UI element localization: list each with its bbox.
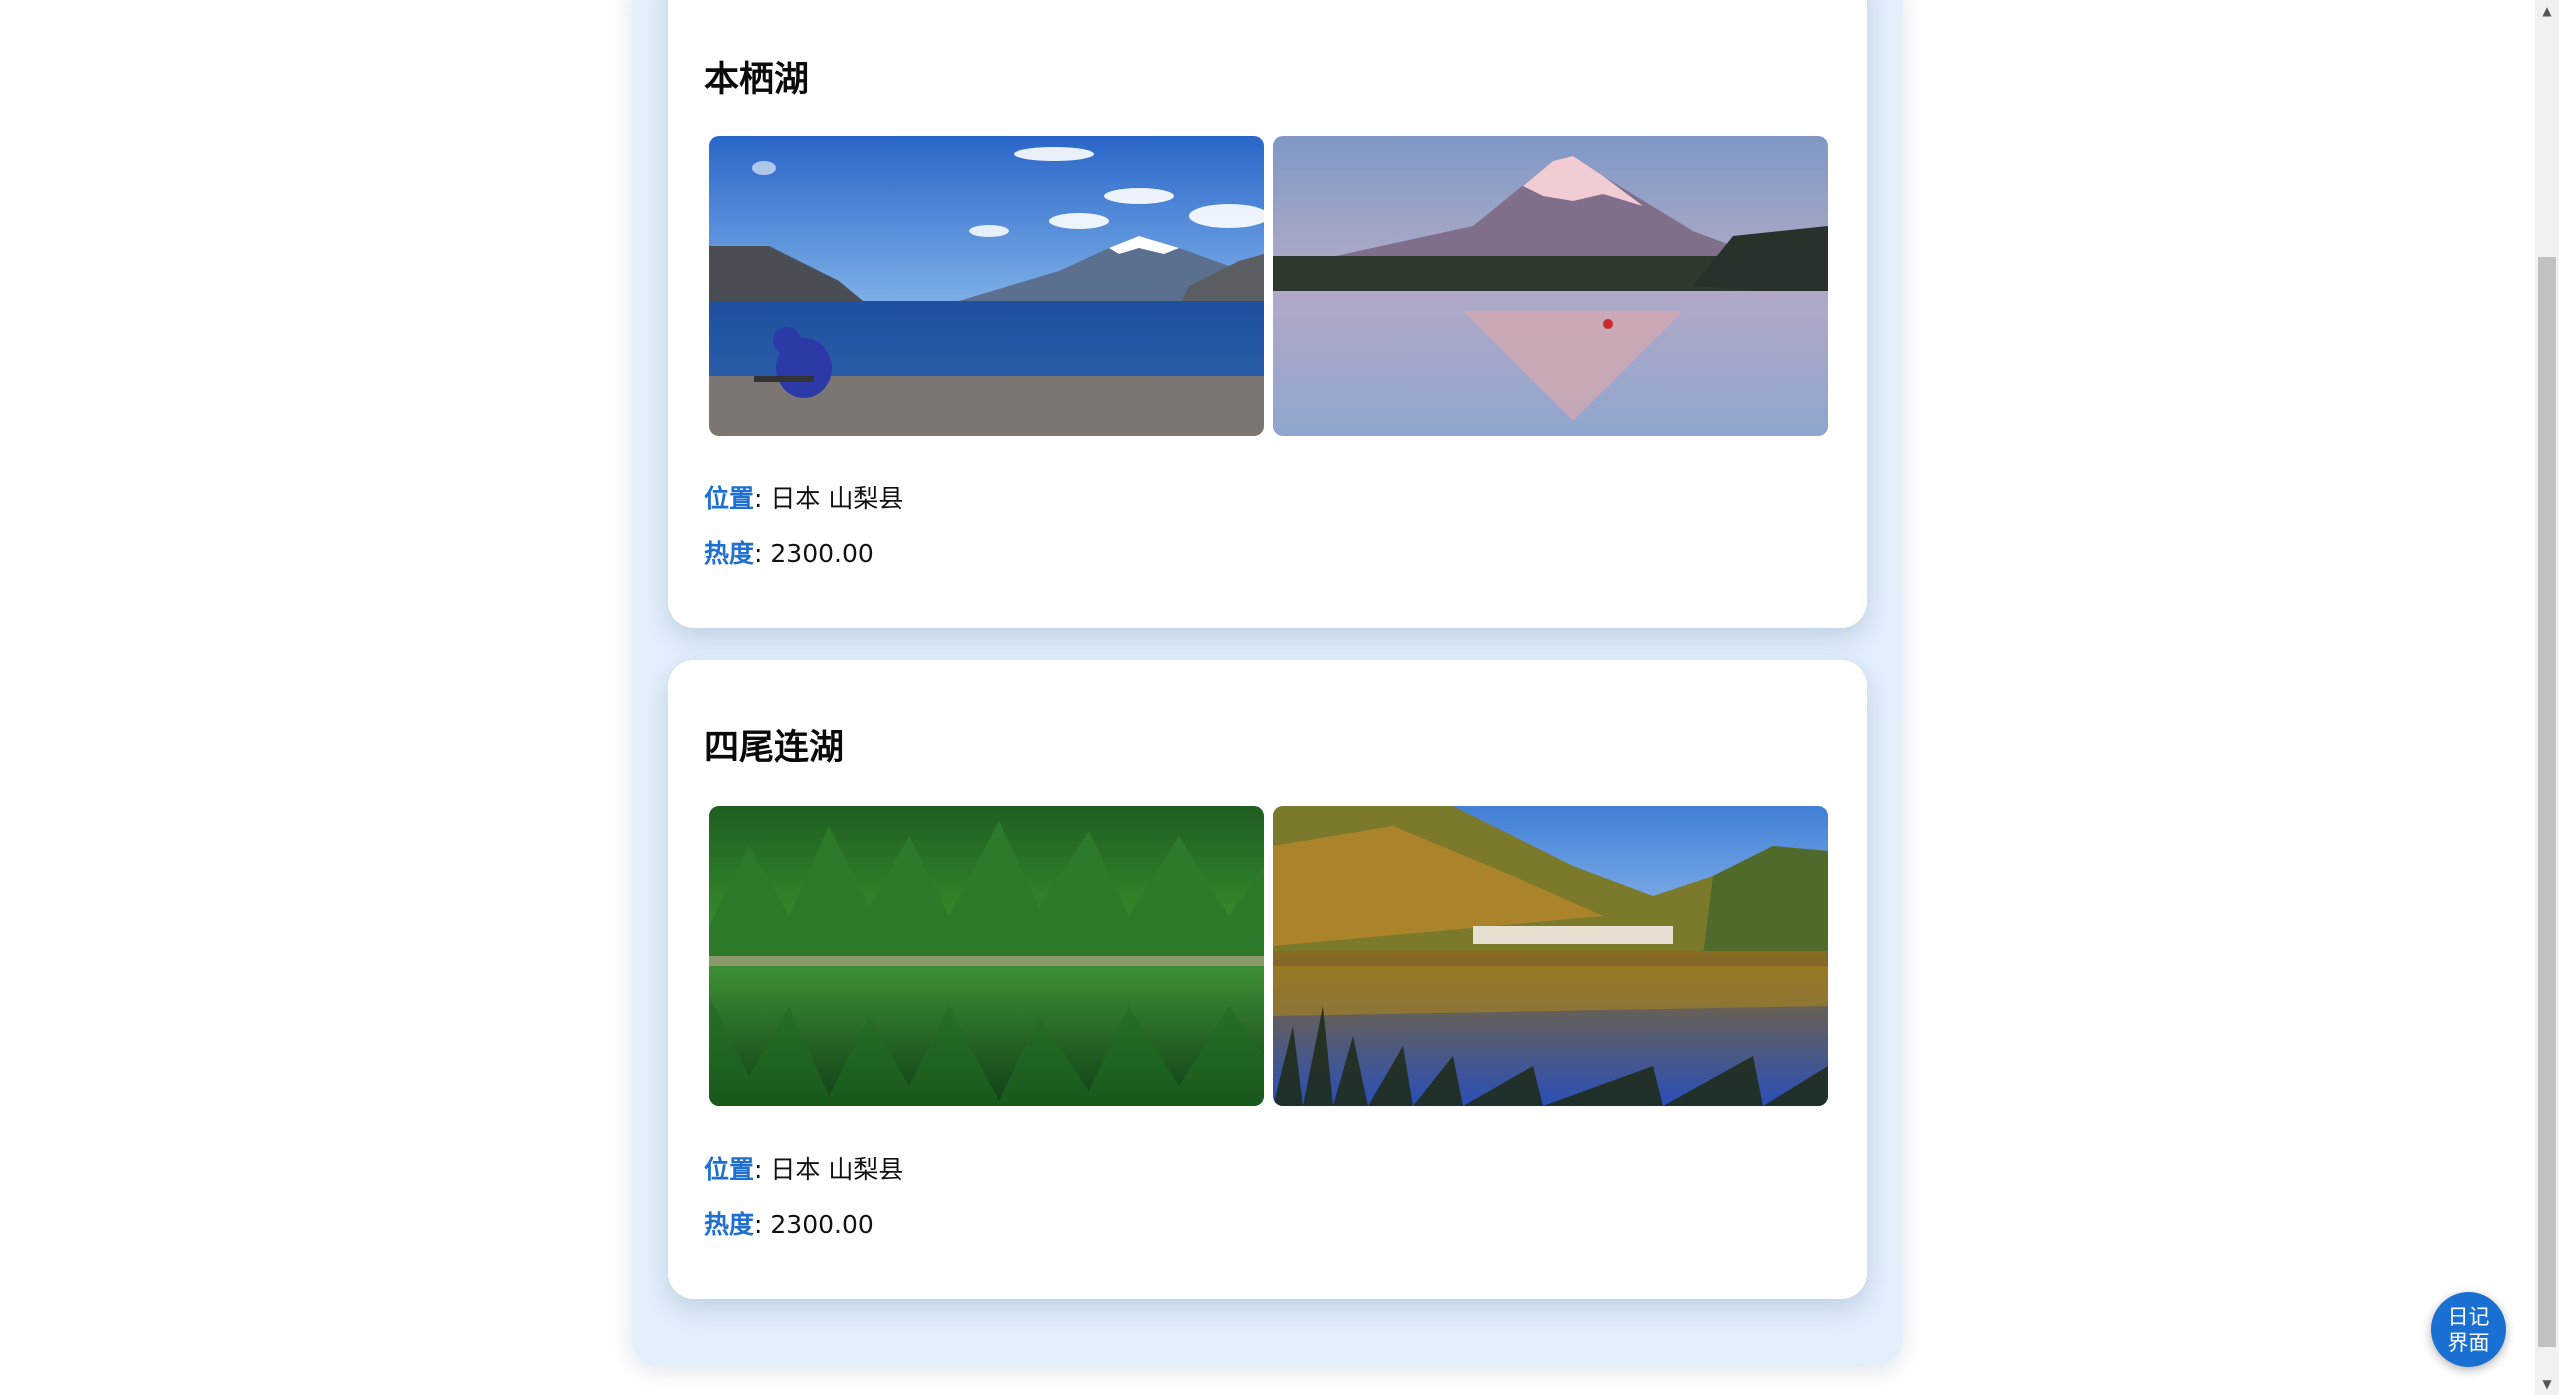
diary-button-label-line1: 日记 xyxy=(2447,1304,2490,1329)
heat-value: 2300.00 xyxy=(770,1210,874,1239)
spot-photo[interactable] xyxy=(1273,136,1828,436)
diary-button[interactable]: 日记 界面 xyxy=(2431,1292,2506,1367)
spot-card: 本栖湖 位置: 日本 山梨县 热度: 2300.00 xyxy=(668,0,1867,628)
spot-title: 四尾连湖 xyxy=(704,728,845,768)
heat-label: 热度 xyxy=(704,539,755,568)
heat-row: 热度: 2300.00 xyxy=(704,1210,874,1239)
diary-button-label-line2: 界面 xyxy=(2447,1330,2490,1355)
location-row: 位置: 日本 山梨县 xyxy=(704,1155,904,1184)
vertical-scrollbar[interactable]: ▲ ▼ xyxy=(2535,0,2559,1395)
heat-value: 2300.00 xyxy=(770,539,874,568)
heat-row: 热度: 2300.00 xyxy=(704,539,874,568)
scroll-up-icon[interactable]: ▲ xyxy=(2535,0,2559,22)
scrollbar-thumb[interactable] xyxy=(2538,257,2556,1347)
heat-label: 热度 xyxy=(704,1210,755,1239)
location-label: 位置 xyxy=(704,484,755,513)
location-row: 位置: 日本 山梨县 xyxy=(704,484,904,513)
scroll-down-icon[interactable]: ▼ xyxy=(2535,1373,2559,1395)
spot-photo[interactable] xyxy=(709,806,1264,1106)
spot-title: 本栖湖 xyxy=(704,60,810,100)
spot-card: 四尾连湖 位置: 日本 山梨县 热度: 2300.00 xyxy=(668,660,1867,1299)
spot-photo[interactable] xyxy=(1273,806,1828,1106)
page-viewport: 本栖湖 位置: 日本 山梨县 热度: 2300.00 四尾连湖 位置: 日本 山… xyxy=(0,0,2535,1395)
location-value: 日本 山梨县 xyxy=(770,1155,904,1184)
location-label: 位置 xyxy=(704,1155,755,1184)
location-value: 日本 山梨县 xyxy=(770,484,904,513)
spot-photo[interactable] xyxy=(709,136,1264,436)
